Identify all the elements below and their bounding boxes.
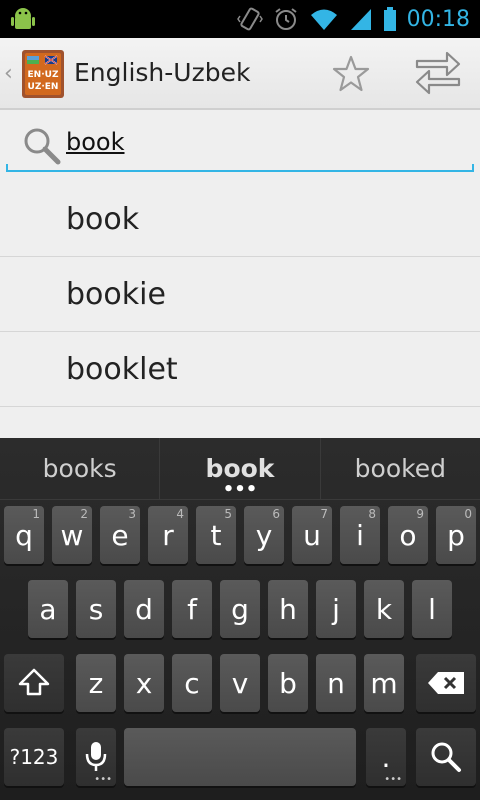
star-icon xyxy=(332,55,370,92)
swap-arrows-icon xyxy=(415,51,461,95)
search-underline xyxy=(6,164,474,172)
period-key[interactable]: . ••• xyxy=(366,728,406,786)
search-key[interactable] xyxy=(416,728,476,786)
alarm-icon xyxy=(274,8,297,30)
search-icon xyxy=(431,742,461,772)
swap-language-button[interactable] xyxy=(410,50,466,98)
key-z[interactable]: z xyxy=(76,654,116,712)
key-m[interactable]: m xyxy=(364,654,404,712)
key-j[interactable]: j xyxy=(316,580,356,638)
key-label: q xyxy=(15,518,33,552)
key-hint: 4 xyxy=(176,507,184,521)
vibrate-icon xyxy=(236,7,263,31)
key-label: p xyxy=(447,518,465,552)
status-bar: 00:18 xyxy=(0,0,480,38)
more-options-icon: ••• xyxy=(94,774,112,785)
key-hint: 5 xyxy=(224,507,232,521)
key-a[interactable]: a xyxy=(28,580,68,638)
android-debug-icon xyxy=(11,8,35,29)
search-bar: book xyxy=(0,110,480,182)
list-item[interactable]: book xyxy=(0,182,480,257)
key-hint: 2 xyxy=(80,507,88,521)
dictionary-app-icon[interactable]: EN·UZ UZ·EN xyxy=(18,48,68,100)
key-b[interactable]: b xyxy=(268,654,308,712)
more-options-icon: ••• xyxy=(384,774,402,785)
key-hint: 8 xyxy=(368,507,376,521)
key-l[interactable]: l xyxy=(412,580,452,638)
backspace-icon xyxy=(428,672,464,694)
shift-key[interactable] xyxy=(4,654,64,712)
suggestion-item-primary[interactable]: book ••• xyxy=(159,438,319,499)
action-bar: ‹ EN·UZ UZ·EN English-Uzbek xyxy=(0,38,480,110)
key-g[interactable]: g xyxy=(220,580,260,638)
favorite-button[interactable] xyxy=(326,52,376,96)
key-label: r xyxy=(162,518,174,552)
key-s[interactable]: s xyxy=(76,580,116,638)
dictionary-icon-label-bottom: UZ·EN xyxy=(28,82,59,92)
key-hint: 6 xyxy=(272,507,280,521)
voice-input-key[interactable]: ••• xyxy=(76,728,116,786)
key-hint: 1 xyxy=(32,507,40,521)
key-label: o xyxy=(399,518,417,552)
key-y[interactable]: y6 xyxy=(244,506,284,564)
key-hint: 9 xyxy=(416,507,424,521)
suggestion-item[interactable]: books xyxy=(0,438,159,499)
key-c[interactable]: c xyxy=(172,654,212,712)
wifi-icon xyxy=(310,9,337,30)
key-hint: 7 xyxy=(320,507,328,521)
key-t[interactable]: t5 xyxy=(196,506,236,564)
symbols-key[interactable]: ?123 xyxy=(4,728,64,786)
key-label: w xyxy=(60,518,84,552)
key-k[interactable]: k xyxy=(364,580,404,638)
key-q[interactable]: q1 xyxy=(4,506,44,564)
spacebar-key[interactable] xyxy=(124,728,356,786)
dictionary-icon-label-top: EN·UZ xyxy=(28,70,59,80)
microphone-icon xyxy=(85,742,107,771)
more-suggestions-icon: ••• xyxy=(222,479,258,500)
list-item[interactable]: bookie xyxy=(0,257,480,332)
app-title: English-Uzbek xyxy=(74,58,251,87)
search-input[interactable]: book xyxy=(66,128,125,156)
backspace-key[interactable] xyxy=(416,654,476,712)
search-icon xyxy=(24,128,61,165)
key-v[interactable]: v xyxy=(220,654,260,712)
key-label: t xyxy=(210,518,222,552)
key-label: i xyxy=(356,518,364,552)
suggestion-item[interactable]: booked xyxy=(319,438,480,499)
key-i[interactable]: i8 xyxy=(340,506,380,564)
key-h[interactable]: h xyxy=(268,580,308,638)
key-u[interactable]: u7 xyxy=(292,506,332,564)
status-time: 00:18 xyxy=(406,6,470,32)
signal-icon xyxy=(350,9,371,30)
key-label: y xyxy=(255,518,273,552)
shift-icon xyxy=(18,668,50,696)
period-label: . xyxy=(381,740,391,774)
back-chevron-icon[interactable]: ‹ xyxy=(4,62,16,86)
suggestion-strip: books book ••• booked xyxy=(0,438,480,500)
key-w[interactable]: w2 xyxy=(52,506,92,564)
key-e[interactable]: e3 xyxy=(100,506,140,564)
soft-keyboard: books book ••• booked q1 w2 e3 r4 t5 y6 … xyxy=(0,438,480,800)
key-o[interactable]: o9 xyxy=(388,506,428,564)
key-p[interactable]: p0 xyxy=(436,506,476,564)
key-x[interactable]: x xyxy=(124,654,164,712)
key-label: e xyxy=(111,518,129,552)
key-r[interactable]: r4 xyxy=(148,506,188,564)
key-d[interactable]: d xyxy=(124,580,164,638)
list-item[interactable]: booklet xyxy=(0,332,480,407)
key-label: u xyxy=(303,518,321,552)
key-hint: 3 xyxy=(128,507,136,521)
key-hint: 0 xyxy=(464,507,472,521)
key-f[interactable]: f xyxy=(172,580,212,638)
battery-icon xyxy=(383,7,396,31)
key-n[interactable]: n xyxy=(316,654,356,712)
results-list: book bookie booklet xyxy=(0,182,480,438)
